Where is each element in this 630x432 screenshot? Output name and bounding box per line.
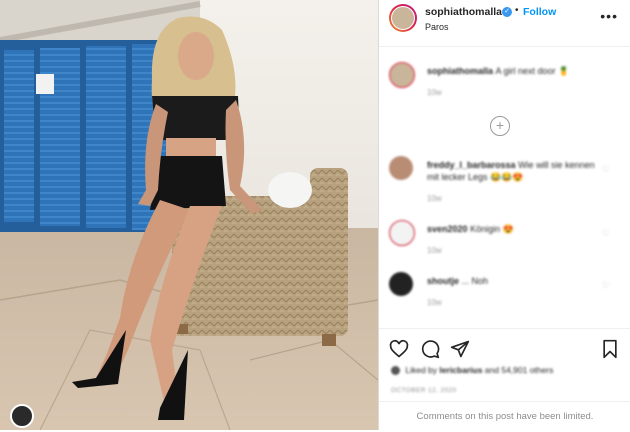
post-image bbox=[0, 0, 378, 430]
comment-user[interactable]: freddy_l_barbarossa bbox=[427, 160, 516, 170]
action-bar: Liked by lericbarius and 54,901 others O… bbox=[379, 328, 630, 431]
bottom-left-avatar-icon bbox=[10, 404, 34, 428]
separator-dot: • bbox=[515, 5, 519, 16]
comment-user[interactable]: sven2020 bbox=[427, 224, 468, 234]
caption-avatar[interactable] bbox=[389, 62, 415, 88]
comment-user[interactable]: shoutje bbox=[427, 276, 459, 286]
post-location[interactable]: Paros bbox=[425, 22, 449, 32]
author-username[interactable]: sophiathomalla bbox=[425, 6, 502, 18]
plus-circle-icon[interactable]: + bbox=[490, 116, 510, 136]
caption-text: A girl next door 🍍 bbox=[495, 66, 570, 76]
more-options-icon[interactable]: ••• bbox=[600, 8, 618, 24]
author-avatar[interactable] bbox=[389, 4, 417, 32]
post-photo[interactable] bbox=[0, 0, 378, 430]
comment-time: 10w bbox=[427, 246, 442, 255]
comment-text: ... Noh bbox=[461, 276, 489, 286]
post-header: sophiathomalla ✓ • Follow Paros ••• bbox=[379, 0, 630, 47]
paper-plane-icon[interactable] bbox=[450, 339, 470, 359]
comment-avatar[interactable] bbox=[389, 272, 413, 296]
comment-time: 10w bbox=[427, 194, 442, 203]
verified-badge-icon: ✓ bbox=[502, 7, 512, 17]
comment-like-heart-icon[interactable]: ♡ bbox=[602, 164, 610, 175]
follow-button[interactable]: Follow bbox=[523, 6, 556, 18]
heart-icon[interactable] bbox=[389, 339, 409, 359]
liked-by-prefix: Liked by bbox=[405, 365, 438, 375]
comment-time: 10w bbox=[427, 298, 442, 307]
comment-avatar[interactable] bbox=[389, 220, 415, 246]
comment-like-heart-icon[interactable]: ♡ bbox=[602, 228, 610, 239]
liked-by-suffix[interactable]: and 54,901 others bbox=[485, 365, 554, 375]
comment-text: Königin 😍 bbox=[470, 224, 514, 234]
caption-time: 10w bbox=[427, 88, 442, 97]
post-date[interactable]: OCTOBER 12, 2020 bbox=[391, 387, 457, 394]
bookmark-icon[interactable] bbox=[601, 339, 619, 359]
caption-author[interactable]: sophiathomalla bbox=[427, 66, 493, 76]
liked-by-line: Liked by lericbarius and 54,901 others bbox=[391, 365, 554, 376]
comments-limited-notice: Comments on this post have been limited. bbox=[379, 401, 630, 432]
comment-avatar[interactable] bbox=[389, 156, 413, 180]
post-sidebar: sophiathomalla ✓ • Follow Paros ••• soph… bbox=[378, 0, 630, 430]
comment-like-heart-icon[interactable]: ♡ bbox=[602, 280, 610, 291]
liked-avatar-icon bbox=[391, 366, 400, 376]
comment-bubble-icon[interactable] bbox=[420, 339, 440, 359]
liked-by-user[interactable]: lericbarius bbox=[439, 365, 482, 375]
